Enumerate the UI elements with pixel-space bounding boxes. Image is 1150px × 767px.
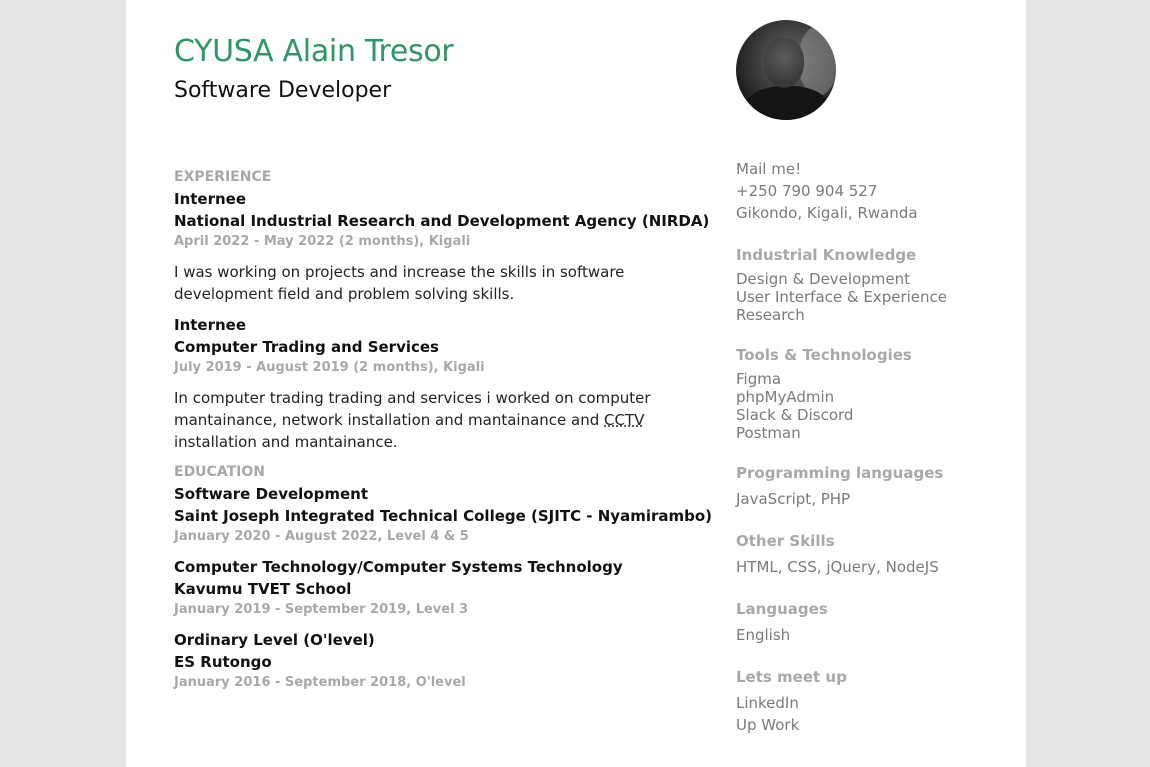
experience-item: Internee National Industrial Research an…: [174, 188, 714, 305]
list-item: phpMyAdmin: [736, 388, 835, 406]
date-location: April 2022 - May 2022 (2 months), Kigali: [174, 234, 471, 249]
linkedin-link[interactable]: LinkedIn: [736, 692, 996, 714]
other-skills-heading: Other Skills: [736, 532, 835, 550]
position: Internee: [174, 190, 247, 208]
tools-heading: Tools & Technologies: [736, 346, 912, 364]
cctv-abbreviation: CCTV: [604, 411, 645, 429]
school: Kavumu TVET School: [174, 580, 352, 598]
sidebar: Mail me! +250 790 904 527 Gikondo, Kigal…: [736, 158, 996, 736]
list-item: Slack & Discord: [736, 406, 854, 424]
list-item: Postman: [736, 424, 801, 442]
school: ES Rutongo: [174, 653, 272, 671]
date-location: July 2019 - August 2019 (2 months), Kiga…: [174, 360, 485, 375]
school: Saint Joseph Integrated Technical Colleg…: [174, 507, 713, 525]
address: Gikondo, Kigali, Rwanda: [736, 204, 918, 222]
date-level: January 2016 - September 2018, O'level: [174, 675, 466, 690]
organization: National Industrial Research and Develop…: [174, 212, 710, 230]
date-level: January 2020 - August 2022, Level 4 & 5: [174, 529, 469, 544]
education-item: Software Development Saint Joseph Integr…: [174, 483, 714, 547]
avatar: [736, 20, 836, 120]
person-name: CYUSA Alain Tresor: [174, 34, 454, 69]
programming-value: JavaScript, PHP: [736, 490, 851, 508]
industrial-knowledge-heading: Industrial Knowledge: [736, 246, 917, 264]
date-level: January 2019 - September 2019, Level 3: [174, 602, 469, 617]
languages-heading: Languages: [736, 600, 828, 618]
upwork-link[interactable]: Up Work: [736, 714, 996, 736]
resume-page: CYUSA Alain Tresor Software Developer EX…: [126, 0, 1026, 767]
list-item: User Interface & Experience: [736, 288, 947, 306]
phone-number: +250 790 904 527: [736, 182, 878, 200]
description: In computer trading trading and services…: [174, 389, 651, 451]
list-item: Design & Development: [736, 270, 911, 288]
program: Software Development: [174, 485, 368, 503]
program: Ordinary Level (O'level): [174, 631, 375, 649]
languages-value: English: [736, 626, 791, 644]
education-item: Computer Technology/Computer Systems Tec…: [174, 556, 714, 620]
main-column: EXPERIENCE Internee National Industrial …: [174, 168, 714, 693]
list-item: Figma: [736, 370, 782, 388]
education-heading: EDUCATION: [174, 464, 265, 480]
program: Computer Technology/Computer Systems Tec…: [174, 558, 623, 576]
tools-list: Figma phpMyAdmin Slack & Discord Postman: [736, 370, 996, 442]
list-item: Research: [736, 306, 805, 324]
programming-heading: Programming languages: [736, 464, 944, 482]
organization: Computer Trading and Services: [174, 338, 439, 356]
other-skills-value: HTML, CSS, jQuery, NodeJS: [736, 558, 939, 576]
mail-link[interactable]: Mail me!: [736, 158, 996, 180]
industrial-knowledge-list: Design & Development User Interface & Ex…: [736, 270, 996, 324]
job-title: Software Developer: [174, 78, 392, 103]
description: I was working on projects and increase t…: [174, 263, 625, 303]
experience-heading: EXPERIENCE: [174, 169, 272, 185]
meet-heading: Lets meet up: [736, 668, 847, 686]
experience-item: Internee Computer Trading and Services J…: [174, 314, 714, 453]
education-item: Ordinary Level (O'level) ES Rutongo Janu…: [174, 629, 714, 693]
position: Internee: [174, 316, 247, 334]
